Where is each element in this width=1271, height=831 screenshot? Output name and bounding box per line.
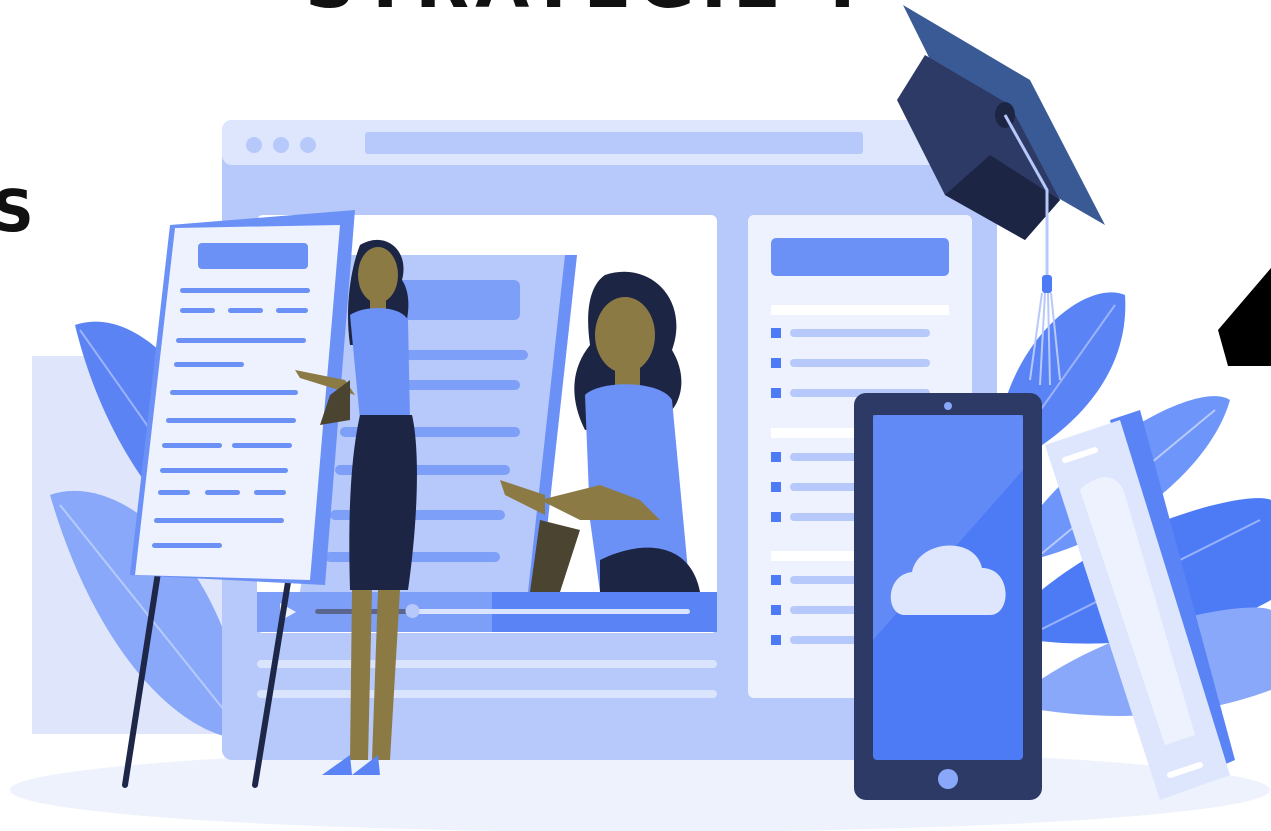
window-dots-icon bbox=[246, 137, 262, 153]
address-bar bbox=[365, 132, 863, 154]
edge-shape bbox=[1218, 268, 1271, 366]
ground-shadow bbox=[10, 748, 1270, 831]
video-progress-knob bbox=[405, 604, 420, 618]
video-controls bbox=[257, 592, 717, 632]
illustration-scene bbox=[10, 5, 1271, 831]
smartphone bbox=[854, 393, 1042, 800]
